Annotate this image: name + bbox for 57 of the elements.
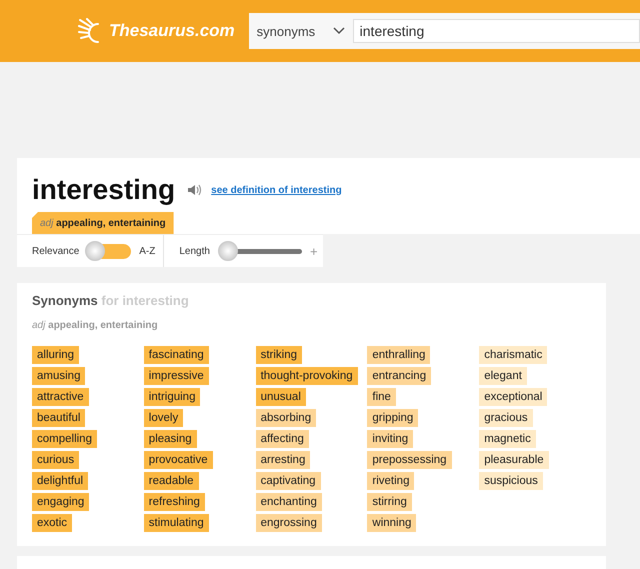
synonym-link[interactable]: impressive xyxy=(144,367,209,385)
synonym-link[interactable]: engaging xyxy=(32,493,90,511)
synonym-link[interactable]: entrancing xyxy=(367,367,432,385)
synonym-link[interactable]: pleasing xyxy=(144,430,197,448)
synonym-link[interactable]: engrossing xyxy=(256,514,322,532)
synonym-link[interactable]: lovely xyxy=(144,409,184,427)
synonym-link[interactable]: amusing xyxy=(32,367,86,385)
synonym-link[interactable]: affecting xyxy=(256,430,309,448)
word-title: interesting xyxy=(32,174,176,206)
synonym-link[interactable]: elegant xyxy=(479,367,527,385)
synonym-link[interactable]: suspicious xyxy=(479,472,543,490)
synonym-link[interactable]: stirring xyxy=(367,493,412,511)
synonym-link[interactable]: delightful xyxy=(32,472,88,490)
synonym-link[interactable]: pleasurable xyxy=(479,451,549,469)
synonym-link[interactable]: unusual xyxy=(256,388,306,406)
synonym-link[interactable]: exceptional xyxy=(479,388,548,406)
synonym-link[interactable]: winning xyxy=(367,514,416,532)
synonym-link[interactable]: curious xyxy=(32,451,80,469)
definition-link[interactable]: see definition of interesting xyxy=(211,184,342,196)
synonym-link[interactable]: arresting xyxy=(256,451,310,469)
synonym-link[interactable]: enchanting xyxy=(256,493,322,511)
length-label: Length xyxy=(179,246,210,256)
length-slider[interactable] xyxy=(218,241,302,261)
chevron-down-icon xyxy=(332,27,345,35)
synonym-link[interactable]: attractive xyxy=(32,388,89,406)
synonym-link[interactable]: provocative xyxy=(144,451,213,469)
synonym-link[interactable]: beautiful xyxy=(32,409,86,427)
synonym-link[interactable]: compelling xyxy=(32,430,97,448)
synonym-link[interactable]: thought-provoking xyxy=(256,367,358,385)
synonym-link[interactable]: fine xyxy=(367,388,396,406)
synonym-link[interactable]: captivating xyxy=(256,472,321,490)
speaker-icon[interactable] xyxy=(187,183,204,197)
synonym-link[interactable]: fascinating xyxy=(144,346,209,364)
synonym-link[interactable]: exotic xyxy=(32,514,72,532)
synonym-link[interactable]: absorbing xyxy=(256,409,316,427)
synonym-link[interactable]: readable xyxy=(144,472,199,490)
synonym-link[interactable]: gracious xyxy=(479,409,533,427)
synonym-link[interactable]: prepossessing xyxy=(367,451,452,469)
synonym-link[interactable]: gripping xyxy=(367,409,418,427)
sense-tab[interactable]: adj appealing, entertaining xyxy=(32,212,174,234)
synonym-link[interactable]: riveting xyxy=(367,472,414,490)
synonym-link[interactable]: magnetic xyxy=(479,430,536,448)
synonym-link[interactable]: enthralling xyxy=(367,346,430,364)
synonym-link[interactable]: refreshing xyxy=(144,493,205,511)
synonym-link[interactable]: alluring xyxy=(32,346,80,364)
search-field[interactable]: interesting xyxy=(352,19,640,43)
sort-label: Relevance xyxy=(32,246,80,256)
synonym-link[interactable]: stimulating xyxy=(144,514,209,532)
sort-switch[interactable] xyxy=(87,244,132,258)
plus-label: + xyxy=(310,244,318,258)
synonym-link[interactable]: striking xyxy=(256,346,302,364)
synonym-link[interactable]: inviting xyxy=(367,430,414,448)
sort-label: A-Z xyxy=(139,246,156,256)
search-type-dropdown[interactable]: synonyms xyxy=(254,24,347,38)
synonym-link[interactable]: charismatic xyxy=(479,346,548,364)
sense-label: adj appealing, entertaining xyxy=(32,320,159,331)
synonym-link[interactable]: intriguing xyxy=(144,388,200,406)
